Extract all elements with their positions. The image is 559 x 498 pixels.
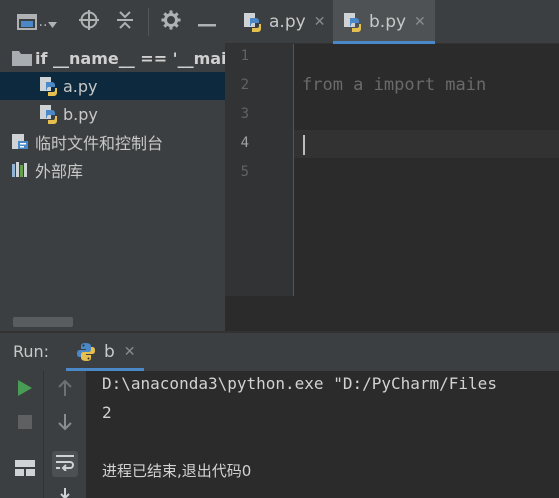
tree-item-a-py[interactable]: a.py (0, 72, 225, 100)
project-view-icon (16, 14, 37, 30)
line-number: 1 (240, 48, 249, 64)
dropdown-caret-icon (48, 13, 58, 32)
python-logo-icon (76, 342, 96, 362)
console-line: 2 (102, 403, 112, 422)
soft-wrap-button[interactable] (52, 451, 78, 477)
scroll-to-end-icon (56, 487, 74, 498)
scroll-to-end-button[interactable] (52, 483, 78, 498)
soft-wrap-icon (55, 453, 75, 475)
python-file-icon (243, 12, 263, 32)
code-editor[interactable]: from a import main (294, 44, 559, 296)
tree-item-label: 外部库 (35, 162, 84, 181)
project-view-selector[interactable]: .. (14, 11, 60, 33)
gear-icon (161, 10, 181, 34)
folder-icon (12, 47, 32, 69)
toolbar-separator (148, 8, 149, 36)
run-tab-label: b (104, 342, 115, 362)
run-console[interactable]: D:\anaconda3\python.exe "D:/PyCharm/File… (86, 371, 559, 498)
project-toolbar: .. (0, 0, 225, 44)
play-icon (17, 379, 33, 401)
horizontal-scrollbar[interactable] (13, 317, 73, 327)
tree-item-external-libraries[interactable]: 外部库 (0, 156, 225, 184)
hide-panel-button[interactable] (196, 11, 218, 33)
project-tool-window: .. if __name__ == '__main a.py b.py 临时文件… (0, 0, 225, 331)
layout-button[interactable] (12, 457, 38, 483)
tab-b-py[interactable]: b.py ✕ (333, 0, 435, 44)
tab-a-py[interactable]: a.py ✕ (233, 0, 333, 44)
rerun-button[interactable] (12, 377, 38, 403)
project-tree: if __name__ == '__main a.py b.py 临时文件和控制… (0, 44, 225, 184)
collapse-all-button[interactable] (114, 11, 136, 33)
arrow-up-icon (57, 379, 73, 401)
view-mode-label: .. (38, 14, 48, 30)
run-toolbar-separator (43, 371, 44, 498)
code-line: from a import main (302, 75, 487, 95)
stop-square-icon (17, 414, 33, 434)
tree-item-label: b.py (63, 104, 98, 124)
line-number: 5 (240, 164, 249, 180)
tab-label: b.py (369, 12, 407, 32)
tree-item-b-py[interactable]: b.py (0, 100, 225, 128)
locate-target-icon (79, 10, 99, 34)
hide-minus-icon (198, 13, 216, 32)
console-line: 进程已结束,退出代码0 (102, 462, 252, 480)
run-tool-window-header: Run: b ✕ (0, 333, 559, 371)
line-number-gutter: 1 2 3 4 5 (225, 44, 293, 296)
scratches-icon (10, 131, 32, 153)
tree-item-label: if __name__ == '__main (35, 48, 225, 68)
external-libraries-icon (10, 159, 32, 181)
editor-tab-bar: a.py ✕ b.py ✕ (225, 0, 559, 44)
run-toolbar (0, 371, 86, 498)
tree-item-label: 临时文件和控制台 (35, 134, 164, 153)
arrow-down-icon (57, 413, 73, 435)
scroll-down-button[interactable] (52, 411, 78, 437)
close-icon[interactable]: ✕ (124, 344, 136, 360)
console-line: D:\anaconda3\python.exe "D:/PyCharm/File… (102, 374, 497, 393)
tree-item-label: a.py (63, 76, 98, 96)
locate-file-button[interactable] (78, 10, 100, 34)
layout-grid-icon (15, 460, 35, 480)
editor-empty-area (225, 296, 559, 331)
current-line-highlight (294, 130, 559, 158)
run-tab-b[interactable]: b ✕ (62, 333, 148, 371)
line-number-current: 4 (240, 135, 249, 151)
run-title: Run: (13, 342, 50, 361)
tree-item-project-root[interactable]: if __name__ == '__main (0, 44, 225, 72)
settings-button[interactable] (160, 10, 182, 34)
stop-button[interactable] (12, 411, 38, 437)
python-file-icon (38, 75, 60, 97)
collapse-all-icon (116, 10, 134, 34)
python-file-icon (38, 103, 60, 125)
close-icon[interactable]: ✕ (314, 14, 326, 30)
scroll-up-button[interactable] (52, 377, 78, 403)
line-number: 2 (240, 77, 249, 93)
text-caret (303, 135, 305, 155)
python-file-icon (343, 12, 363, 32)
line-number: 3 (240, 106, 249, 122)
tab-label: a.py (269, 12, 306, 32)
tree-item-scratches[interactable]: 临时文件和控制台 (0, 128, 225, 156)
close-icon[interactable]: ✕ (414, 14, 426, 30)
